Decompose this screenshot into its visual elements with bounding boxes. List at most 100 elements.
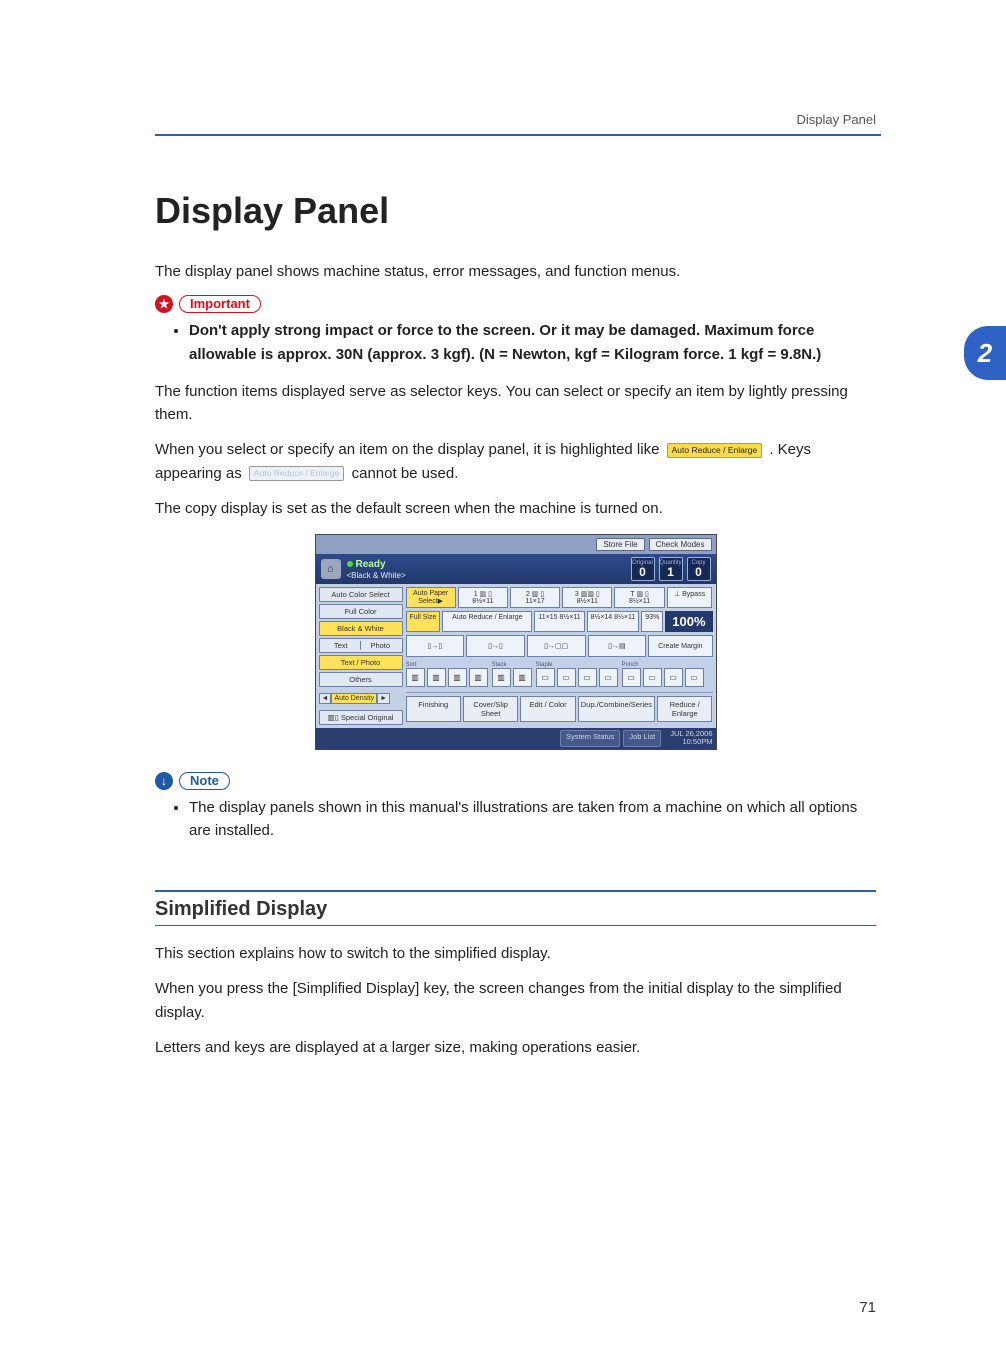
create-margin[interactable]: Create Margin <box>648 635 712 657</box>
density-left[interactable]: ◄ <box>319 693 332 704</box>
body-paragraph-1: The function items displayed serve as se… <box>155 380 876 427</box>
check-modes-button[interactable]: Check Modes <box>649 538 712 551</box>
page-number: 71 <box>859 1299 876 1316</box>
tray-3-size: 8½×11 <box>565 598 609 605</box>
stack-2[interactable]: ▥ <box>513 668 532 687</box>
section-p1: This section explains how to switch to t… <box>155 942 876 965</box>
note-icon: ↓ <box>155 772 173 790</box>
tray-1[interactable]: 1 ▥ ▯ 8½×11 <box>458 587 508 608</box>
mode-black-white[interactable]: Black & White <box>319 621 403 636</box>
counter-original-value: 0 <box>639 566 646 578</box>
note-label: ↓ Note <box>155 772 876 790</box>
mode-full-color[interactable]: Full Color <box>319 604 403 619</box>
tray-3-label: 3 ▥▥ ▯ <box>565 590 609 598</box>
mode-text-photo[interactable]: Text / Photo <box>319 655 403 670</box>
staple-1[interactable]: ▭ <box>536 668 555 687</box>
auto-paper-select[interactable]: Auto Paper Select▶ <box>406 587 456 608</box>
important-item: Don't apply strong impact or force to th… <box>189 319 876 366</box>
tray-2-size: 11×17 <box>513 598 557 605</box>
combine-4[interactable]: ▯→▤ <box>588 635 647 657</box>
mode-column: Auto Color Select Full Color Black & Whi… <box>319 587 403 725</box>
tray-t[interactable]: T ▥ ▯ 8½×11 <box>614 587 664 608</box>
body-paragraph-2: When you select or specify an item on th… <box>155 438 876 485</box>
note-list: The display panels shown in this manual'… <box>155 796 876 843</box>
ready-substatus: <Black & White> <box>347 571 406 580</box>
tray-3[interactable]: 3 ▥▥ ▯ 8½×11 <box>562 587 612 608</box>
size-row: Full Size Auto Reduce / Enlarge 11×15 8½… <box>406 611 713 632</box>
counter-original: Original 0 <box>631 557 655 581</box>
density-right[interactable]: ► <box>377 693 390 704</box>
page-title: Display Panel <box>155 190 876 232</box>
mode-text-photo-split[interactable]: Text Photo <box>319 638 403 653</box>
full-size[interactable]: Full Size <box>406 611 441 632</box>
combine-row: ▯→▯ ▯→▯ ▯→▢▢ ▯→▤ Create Margin <box>406 635 713 657</box>
punch-4[interactable]: ▭ <box>685 668 704 687</box>
screen-top-bar: Store File Check Modes <box>316 535 716 554</box>
job-list-button[interactable]: Job List <box>623 730 661 747</box>
combine-3[interactable]: ▯→▢▢ <box>527 635 586 657</box>
punch-group: Punch ▭▭▭▭ <box>622 662 704 687</box>
running-header: Display Panel <box>797 112 877 127</box>
special-original[interactable]: ▥▯ Special Original <box>319 710 403 725</box>
sort-group: Sort ▥▥▥▥ <box>406 662 488 687</box>
system-status-button[interactable]: System Status <box>560 730 620 747</box>
counter-quantity-value: 1 <box>667 566 674 578</box>
section-p2: When you press the [Simplified Display] … <box>155 977 876 1024</box>
tray-t-label: T ▥ ▯ <box>617 590 661 598</box>
section-heading: Simplified Display <box>155 890 876 926</box>
combine-1[interactable]: ▯→▯ <box>406 635 465 657</box>
staple-3[interactable]: ▭ <box>578 668 597 687</box>
density-label[interactable]: Auto Density <box>331 693 377 704</box>
ratio-100: 100% <box>665 611 712 632</box>
stack-group: Stack ▥▥ <box>492 662 532 687</box>
punch-2[interactable]: ▭ <box>643 668 662 687</box>
tray-1-label: 1 ▥ ▯ <box>461 590 505 598</box>
counters: Original 0 Quantity 1 Copy 0 <box>631 557 711 581</box>
dup-combine-button[interactable]: Dup./Combine/Series <box>578 696 655 722</box>
reduce-enlarge-button[interactable]: Reduce / Enlarge <box>657 696 712 722</box>
punch-3[interactable]: ▭ <box>664 668 683 687</box>
auto-reduce-enlarge[interactable]: Auto Reduce / Enlarge <box>442 611 532 632</box>
tray-1-size: 8½×11 <box>461 598 505 605</box>
section-p3: Letters and keys are displayed at a larg… <box>155 1036 876 1059</box>
important-label-text: Important <box>179 295 261 313</box>
edit-color-button[interactable]: Edit / Color <box>520 696 575 722</box>
mode-auto-color[interactable]: Auto Color Select <box>319 587 403 602</box>
copy-screen: Store File Check Modes ⌂ Ready <Black & … <box>315 534 717 750</box>
ratio-93[interactable]: 93% <box>641 611 663 632</box>
tray-t-size: 8½×11 <box>617 598 661 605</box>
counter-copy: Copy 0 <box>687 557 711 581</box>
sort-2[interactable]: ▥ <box>427 668 446 687</box>
important-list: Don't apply strong impact or force to th… <box>155 319 876 366</box>
staple-4[interactable]: ▭ <box>599 668 618 687</box>
note-item: The display panels shown in this manual'… <box>189 796 876 843</box>
screen-body: Auto Color Select Full Color Black & Whi… <box>316 584 716 728</box>
size-preset-1[interactable]: 11×15 8½×11 <box>534 611 584 632</box>
tray-2-label: 2 ▥ ▯ <box>513 590 557 598</box>
page-content: Display Panel The display panel shows ma… <box>155 190 876 1071</box>
ready-status: Ready <box>347 559 406 570</box>
cover-slip-button[interactable]: Cover/Slip Sheet <box>463 696 518 722</box>
tray-bypass[interactable]: ⊥ Bypass <box>667 587 713 608</box>
auto-density: ◄ Auto Density ► <box>319 693 403 704</box>
main-column: Auto Paper Select▶ 1 ▥ ▯ 8½×11 2 ▥ ▯ 11×… <box>406 587 713 725</box>
section-body: This section explains how to switch to t… <box>155 926 876 1059</box>
machine-icon: ⌂ <box>321 559 341 579</box>
body-para-2a: When you select or specify an item on th… <box>155 441 664 458</box>
screen-status-bar: System Status Job List JUL 26,2006 10:50… <box>316 728 716 749</box>
stack-1[interactable]: ▥ <box>492 668 511 687</box>
store-file-button[interactable]: Store File <box>596 538 644 551</box>
mode-photo[interactable]: Photo <box>360 641 400 650</box>
combine-2[interactable]: ▯→▯ <box>466 635 525 657</box>
sort-4[interactable]: ▥ <box>469 668 488 687</box>
mode-text[interactable]: Text <box>322 641 361 650</box>
sort-3[interactable]: ▥ <box>448 668 467 687</box>
tray-2[interactable]: 2 ▥ ▯ 11×17 <box>510 587 560 608</box>
staple-2[interactable]: ▭ <box>557 668 576 687</box>
size-preset-2[interactable]: 8½×14 8½×11 <box>587 611 640 632</box>
sort-1[interactable]: ▥ <box>406 668 425 687</box>
header-rule <box>155 134 881 136</box>
mode-others[interactable]: Others <box>319 672 403 687</box>
finishing-button[interactable]: Finishing <box>406 696 461 722</box>
punch-1[interactable]: ▭ <box>622 668 641 687</box>
